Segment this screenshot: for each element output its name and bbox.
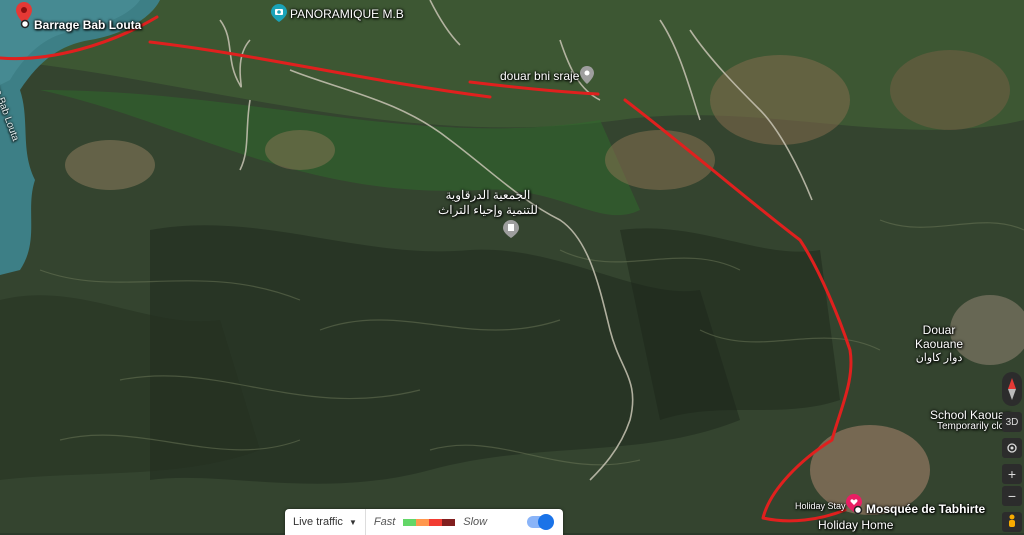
place-label-holiday-home[interactable]: Holiday Home (818, 518, 893, 532)
minus-icon: − (1007, 488, 1017, 504)
traffic-scale: Fast Slow (366, 516, 495, 528)
plus-icon: + (1007, 466, 1017, 482)
kaouane-arabic: دوار كاوان (915, 352, 963, 364)
traffic-swatch-slow (429, 518, 443, 526)
place-label-barrage[interactable]: Barrage Bab Louta (34, 18, 141, 32)
my-location-button[interactable] (1002, 438, 1022, 458)
traffic-swatch-medium (416, 518, 430, 526)
traffic-legend-bar: Live traffic ▼ Fast Slow (285, 509, 563, 535)
traffic-selector[interactable]: Live traffic ▼ (285, 509, 366, 535)
pegman-icon (1009, 514, 1015, 527)
zoom-in-button[interactable]: + (1002, 464, 1022, 484)
camera-pin-icon[interactable] (271, 4, 287, 22)
place-dot-icon[interactable] (20, 19, 30, 29)
zoom-out-button[interactable]: − (1002, 486, 1022, 506)
place-label-association[interactable]: الجمعية الدرقاوية للتنمية وإحياء التراث (438, 188, 538, 218)
place-label-douar-kaouane[interactable]: Douar Kaouane دوار كاوان (915, 323, 963, 365)
place-label-holiday-stay[interactable]: Holiday Stay (795, 501, 846, 511)
view-3d-button[interactable]: 3D (1002, 412, 1022, 432)
place-label-school[interactable]: School Kaouan (930, 408, 1011, 422)
compass-button[interactable] (1002, 372, 1022, 406)
traffic-selector-label: Live traffic (293, 516, 343, 528)
traffic-toggle[interactable] (527, 514, 554, 530)
pegman-button[interactable] (1002, 512, 1022, 532)
kaouane-line2: Kaouane (915, 337, 964, 351)
kaouane-line1: Douar (922, 323, 956, 337)
landmark-pin-icon[interactable] (503, 220, 519, 238)
place-label-douar-bni[interactable]: douar bni sraje (500, 69, 579, 83)
slow-label: Slow (463, 516, 488, 528)
place-label-panoramique[interactable]: PANORAMIQUE M.B (290, 7, 404, 21)
compass-icon (1008, 378, 1016, 400)
place-dot-icon[interactable] (853, 505, 863, 515)
association-line2: للتنمية وإحياء التراث (438, 203, 538, 217)
dropdown-arrow-icon: ▼ (348, 517, 357, 527)
place-label-mosque[interactable]: Mosquée de Tabhirte (866, 502, 985, 516)
fast-label: Fast (373, 516, 396, 528)
gray-pin-icon[interactable] (580, 66, 594, 84)
traffic-swatch-very-slow (442, 518, 456, 526)
location-target-icon (1007, 443, 1017, 453)
association-line1: الجمعية الدرقاوية (445, 188, 531, 202)
traffic-swatch-fast (403, 518, 417, 526)
